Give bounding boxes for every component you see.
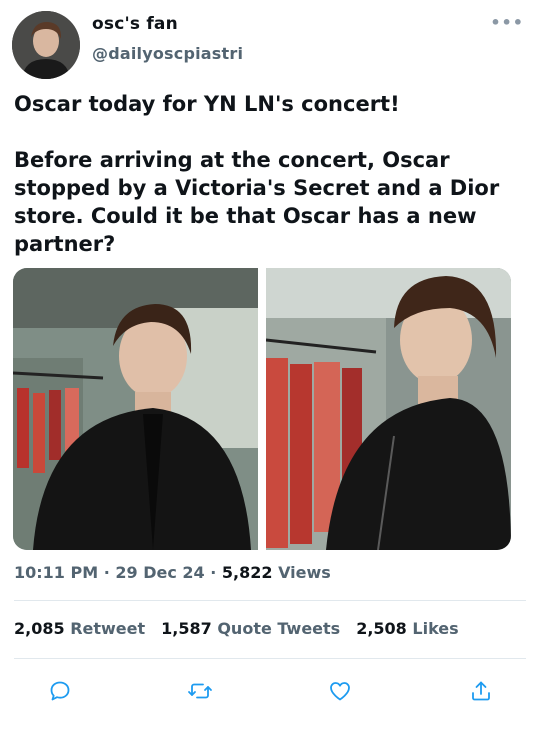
tweet-date[interactable]: 29 Dec 24 <box>115 563 204 582</box>
likes-stat[interactable]: 2,508 Likes <box>356 619 458 638</box>
views-label: Views <box>272 563 331 582</box>
action-bar <box>0 676 540 706</box>
quotes-label: Quote Tweets <box>217 619 341 638</box>
author-name[interactable]: osc's fan <box>92 14 178 34</box>
tweet-media[interactable] <box>13 268 511 550</box>
divider <box>14 658 526 659</box>
retweets-count: 2,085 <box>14 619 65 638</box>
tweet-time[interactable]: 10:11 PM <box>14 563 98 582</box>
share-icon[interactable] <box>466 676 496 706</box>
tweet: osc's fan @dailyoscpiastri ••• Oscar tod… <box>0 0 540 731</box>
photo-1[interactable] <box>13 268 258 550</box>
quotes-stat[interactable]: 1,587 Quote Tweets <box>161 619 340 638</box>
photo-2[interactable] <box>266 268 511 550</box>
more-icon[interactable]: ••• <box>490 15 524 31</box>
avatar[interactable] <box>12 11 80 79</box>
meta-separator: · <box>98 563 116 582</box>
views-count: 5,822 <box>221 563 273 582</box>
tweet-text: Oscar today for YN LN's concert! Before … <box>14 92 500 256</box>
retweets-stat[interactable]: 2,085 Retweet <box>14 619 145 638</box>
reply-icon[interactable] <box>45 676 75 706</box>
tweet-stats: 2,085 Retweet 1,587 Quote Tweets 2,508 L… <box>14 619 459 638</box>
retweet-icon[interactable] <box>185 676 215 706</box>
tweet-meta: 10:11 PM · 29 Dec 24 · 5,822 Views <box>14 563 331 582</box>
quotes-count: 1,587 <box>161 619 212 638</box>
likes-label: Likes <box>412 619 459 638</box>
like-icon[interactable] <box>325 676 355 706</box>
author-handle[interactable]: @dailyoscpiastri <box>92 44 243 63</box>
meta-separator: · <box>204 563 222 582</box>
likes-count: 2,508 <box>356 619 407 638</box>
retweets-label: Retweet <box>70 619 146 638</box>
divider <box>14 600 526 601</box>
